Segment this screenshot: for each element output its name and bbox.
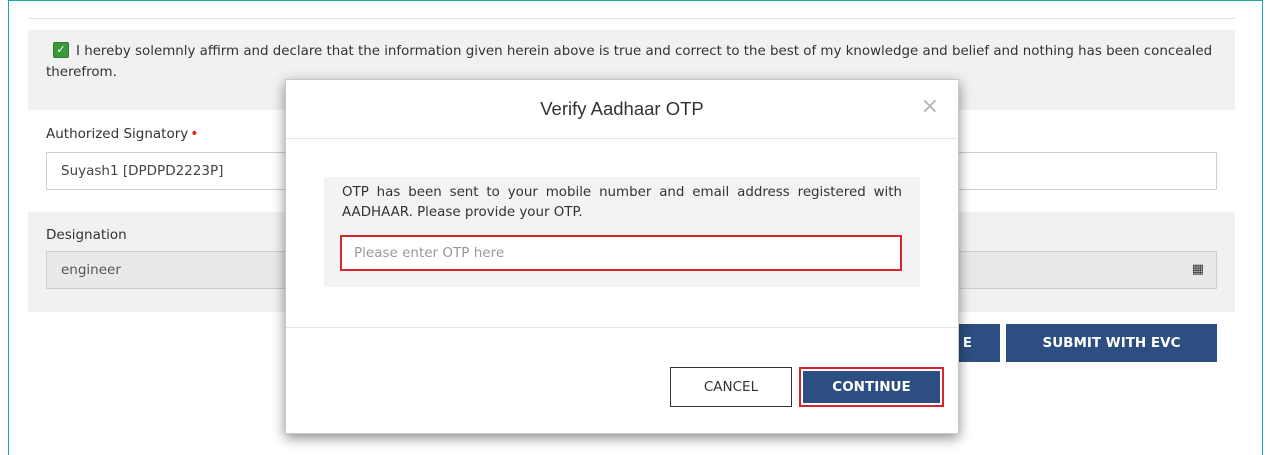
check-icon: ✓ [56,43,66,56]
continue-button-label: CONTINUE [803,371,940,403]
designation-label: Designation [46,227,127,243]
modal-title: Verify Aadhaar OTP [540,98,704,119]
otp-panel: OTP has been sent to your mobile number … [324,177,920,287]
submit-with-evc-button[interactable]: SUBMIT WITH EVC [1006,324,1217,362]
continue-button[interactable]: CONTINUE [799,367,944,407]
signatory-label-row: Authorized Signatory • [46,126,199,142]
declaration-checkbox[interactable]: ✓ [53,42,69,58]
close-icon[interactable]: × [921,96,939,118]
verify-otp-modal: Verify Aadhaar OTP × OTP has been sent t… [285,79,959,434]
modal-header-divider [286,138,958,139]
otp-message: OTP has been sent to your mobile number … [342,185,902,220]
required-marker: • [190,126,199,142]
modal-footer-divider [286,327,958,328]
divider [28,18,1235,19]
calendar-icon[interactable]: ▦ [1192,252,1204,288]
designation-value: engineer [61,262,121,278]
declaration-text: I hereby solemnly affirm and declare tha… [46,44,1213,80]
cancel-button[interactable]: CANCEL [670,367,792,407]
signatory-label: Authorized Signatory [46,126,189,142]
otp-input[interactable]: Please enter OTP here [340,235,902,271]
